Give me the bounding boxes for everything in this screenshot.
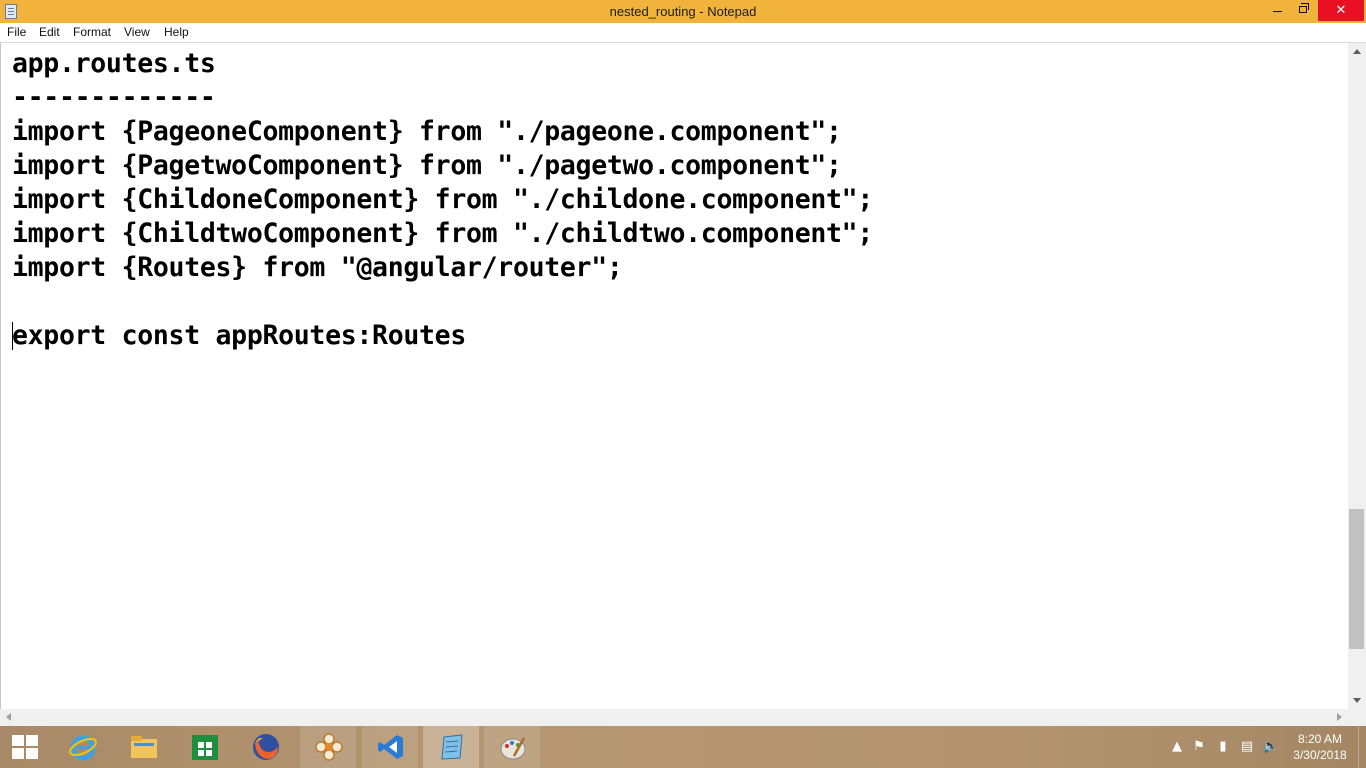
restore-button[interactable] — [1290, 0, 1316, 21]
window-title: nested_routing - Notepad — [609, 4, 757, 19]
vertical-scrollbar[interactable] — [1348, 43, 1366, 709]
taskbar-file-explorer[interactable] — [115, 726, 171, 768]
scroll-down-arrow-icon[interactable] — [1348, 692, 1366, 709]
code-line-2: ------------- — [12, 82, 216, 113]
paint-icon — [500, 737, 526, 760]
close-icon: ✕ — [1335, 3, 1347, 18]
scrollbar-corner — [1348, 709, 1366, 726]
text-editor[interactable]: app.routes.ts ------------- import {Page… — [0, 43, 1348, 709]
minimize-button[interactable] — [1264, 0, 1290, 21]
horizontal-scrollbar[interactable] — [0, 709, 1348, 726]
menu-bar: File Edit Format View Help — [0, 23, 1366, 43]
code-line-5: import {ChildoneComponent} from "./child… — [12, 184, 873, 215]
code-line-7: import {Routes} from "@angular/router"; — [12, 252, 623, 283]
taskbar-flower-app[interactable] — [300, 726, 356, 768]
code-line-9: export const appRoutes:Routes — [12, 320, 466, 351]
tray-network-icon[interactable]: ▤ — [1238, 738, 1256, 756]
vertical-scroll-thumb[interactable] — [1349, 509, 1364, 649]
title-bar[interactable]: nested_routing - Notepad ✕ — [0, 0, 1366, 23]
tray-power-icon[interactable]: ▮ — [1214, 738, 1232, 756]
menu-edit[interactable]: Edit — [39, 25, 60, 39]
clock-date[interactable]: 3/30/2018 — [1290, 748, 1350, 762]
menu-format[interactable]: Format — [73, 25, 111, 39]
menu-help[interactable]: Help — [164, 25, 189, 39]
code-line-4: import {PagetwoComponent} from "./pagetw… — [12, 150, 842, 181]
firefox-icon — [253, 734, 279, 760]
text-caret — [12, 322, 13, 350]
taskbar-notepad[interactable] — [423, 726, 479, 768]
code-line-6: import {ChildtwoComponent} from "./child… — [12, 218, 873, 249]
tray-overflow-chevron-icon[interactable]: ▲ — [1168, 738, 1186, 756]
restore-icon — [1299, 3, 1309, 13]
code-line-3: import {PageoneComponent} from "./pageon… — [12, 116, 842, 147]
taskbar-paint[interactable] — [484, 726, 540, 768]
scroll-left-arrow-icon[interactable] — [0, 709, 17, 726]
menu-file[interactable]: File — [7, 25, 26, 39]
scroll-right-arrow-icon[interactable] — [1331, 709, 1348, 726]
notepad-icon — [441, 734, 463, 760]
menu-view[interactable]: View — [124, 25, 150, 39]
clock-time[interactable]: 8:20 AM — [1290, 732, 1350, 746]
vscode-icon — [378, 735, 403, 759]
minimize-icon — [1273, 11, 1282, 12]
taskbar-firefox[interactable] — [237, 726, 293, 768]
windows-logo-icon — [12, 735, 38, 759]
show-desktop-button[interactable] — [1358, 726, 1366, 768]
taskbar-vscode[interactable] — [362, 726, 418, 768]
taskbar-internet-explorer[interactable] — [54, 726, 110, 768]
close-button[interactable]: ✕ — [1318, 0, 1364, 21]
internet-explorer-icon — [69, 735, 97, 761]
flower-app-icon — [315, 733, 343, 761]
tray-volume-icon[interactable]: 🔈 — [1262, 738, 1280, 756]
file-explorer-icon — [131, 736, 157, 758]
taskbar: ▲ ⚑ ▮ ▤ 🔈 8:20 AM 3/30/2018 — [0, 726, 1366, 768]
taskbar-store[interactable] — [176, 726, 232, 768]
store-icon — [192, 735, 218, 760]
scroll-up-arrow-icon[interactable] — [1348, 43, 1366, 60]
code-line-1: app.routes.ts — [12, 48, 216, 79]
start-button[interactable] — [0, 726, 50, 768]
tray-action-center-icon[interactable]: ⚑ — [1190, 738, 1208, 756]
